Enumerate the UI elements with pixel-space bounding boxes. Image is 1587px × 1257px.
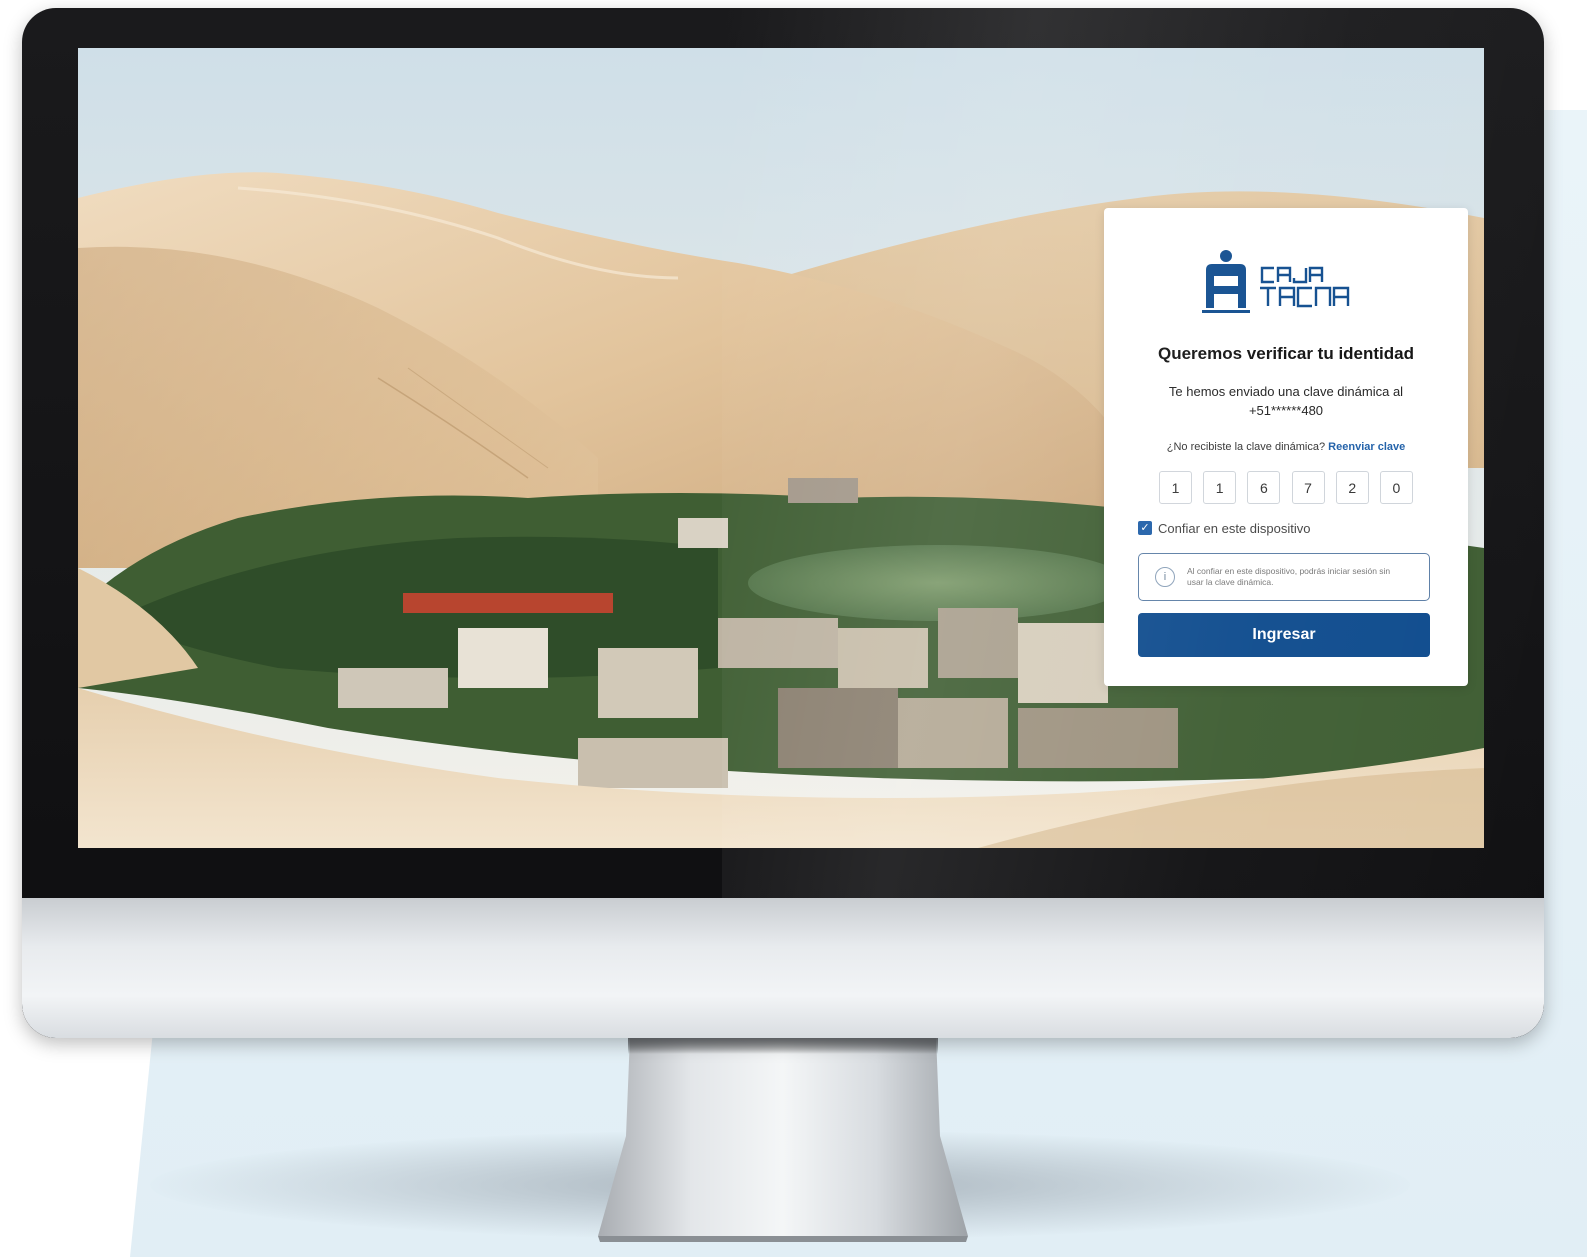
trust-device-checkbox[interactable]: ✓ [1138, 521, 1152, 535]
monitor-stand [598, 1036, 968, 1242]
screen: Queremos verificar tu identidad Te hemos… [78, 48, 1484, 848]
otp-digit-5[interactable] [1335, 471, 1369, 504]
otp-digit-3[interactable] [1247, 471, 1281, 504]
resend-question: ¿No recibiste la clave dinámica? [1166, 441, 1326, 453]
caja-tacna-logo [1202, 250, 1350, 313]
otp-digit-4[interactable] [1291, 471, 1325, 504]
trust-info-text: Al confiar en este dispositivo, podrás i… [1187, 566, 1391, 587]
info-icon: i [1155, 567, 1175, 587]
resend-line: ¿No recibiste la clave dinámica? Reenvia… [1104, 441, 1468, 453]
verification-card: Queremos verificar tu identidad Te hemos… [1104, 208, 1468, 686]
otp-input-group [1159, 471, 1413, 505]
trust-device-option[interactable]: ✓ Confiar en este dispositivo [1138, 519, 1310, 537]
masked-phone: +51******480 [1248, 403, 1324, 418]
trust-info-box: i Al confiar en este dispositivo, podrás… [1138, 553, 1430, 601]
ingresar-button[interactable]: Ingresar [1138, 613, 1430, 657]
resend-code-link[interactable]: Reenviar clave [1328, 441, 1405, 453]
monitor: Queremos verificar tu identidad Te hemos… [22, 8, 1544, 1038]
sent-code-message: Te hemos enviado una clave dinámica al +… [1144, 382, 1428, 420]
otp-digit-6[interactable] [1379, 471, 1413, 504]
otp-digit-1[interactable] [1159, 471, 1192, 504]
verify-title: Queremos verificar tu identidad [1157, 344, 1414, 363]
sent-code-text: Te hemos enviado una clave dinámica al [1168, 384, 1404, 399]
otp-digit-2[interactable] [1203, 471, 1237, 504]
trust-device-label: Confiar en este dispositivo [1158, 520, 1311, 536]
monitor-chin [22, 898, 1544, 1038]
